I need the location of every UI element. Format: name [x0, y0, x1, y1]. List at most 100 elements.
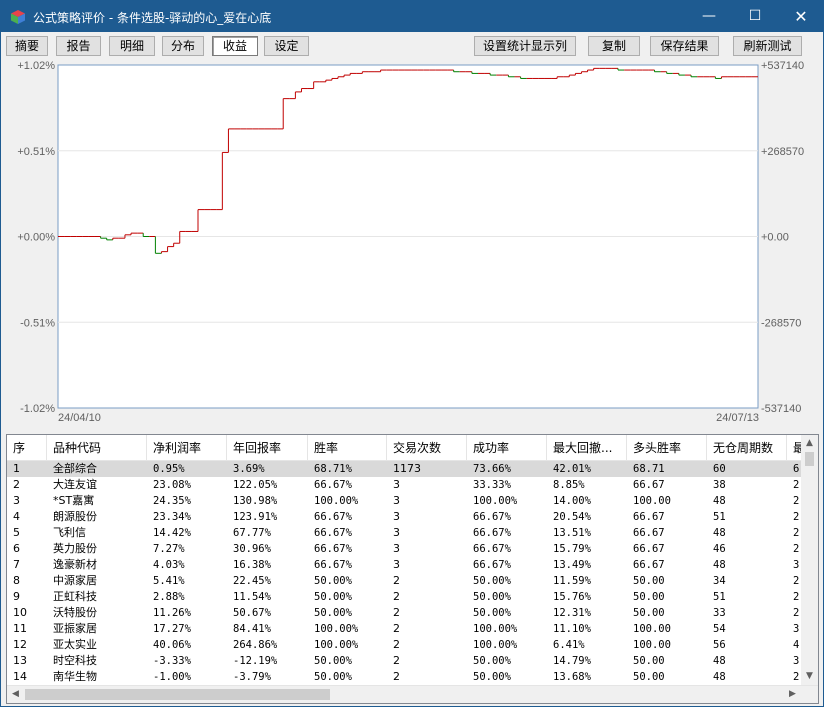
column-header[interactable]: 多头胜率 [627, 435, 707, 461]
column-header[interactable]: 成功率 [467, 435, 547, 461]
tab-details[interactable]: 明细 [109, 36, 155, 56]
table-cell: 2 [393, 670, 400, 683]
table-cell: 66.67% [314, 559, 352, 571]
save-results-button[interactable]: 保存结果 [650, 36, 719, 56]
tab-summary[interactable]: 摘要 [6, 36, 48, 56]
title-bar[interactable]: 公式策略评价 - 条件选股-驿动的心_爱在心底 — ☐ ✕ [1, 1, 823, 32]
table-cell: 4.03% [153, 559, 185, 571]
table-cell: 3 [393, 478, 400, 491]
table-row[interactable]: 10 沃特股份 11.26% 50.67% 50.00% 2 50.00% 12.31% 50.… [7, 605, 818, 621]
table-cell: 3 [393, 510, 400, 523]
table-cell: 48 [713, 495, 726, 507]
table-cell: 48 [713, 559, 726, 571]
table-cell: 20.54% [553, 511, 591, 523]
refresh-test-button[interactable]: 刷新测试 [733, 36, 802, 56]
table-cell: 66.67% [314, 479, 352, 491]
column-header[interactable]: 品种代码 [47, 435, 147, 461]
set-display-columns-button[interactable]: 设置统计显示列 [474, 36, 576, 56]
table-cell: 英力股份 [53, 542, 97, 555]
table-cell: 2 [393, 622, 400, 635]
horizontal-scroll-thumb[interactable] [25, 689, 330, 700]
table-cell: 50.00% [473, 575, 511, 587]
scroll-left-arrow-icon[interactable]: ◀ [7, 686, 24, 703]
table-cell: 14 [13, 670, 27, 683]
table-row[interactable]: 1 全部综合 0.95% 3.69% 68.71% 1173 73.66% 42.01% 68.… [7, 461, 818, 477]
column-header[interactable]: 最大回撤... [547, 435, 627, 461]
table-cell: 66.67 [633, 559, 665, 571]
table-cell: 4 [13, 510, 20, 523]
table-row[interactable]: 3 *ST嘉寓 24.35% 130.98% 100.00% 3 100.00% 14.00%… [7, 493, 818, 509]
x-start-label: 24/04/10 [58, 412, 101, 424]
table-cell: 33 [713, 607, 726, 619]
table-cell: 67.77% [233, 527, 271, 539]
left-axis-tick-label: -1.02% [20, 403, 55, 415]
tab-settings[interactable]: 设定 [264, 36, 309, 56]
table-cell: 2 [393, 654, 400, 667]
vertical-scroll-thumb[interactable] [805, 452, 814, 466]
table-row[interactable]: 11 亚振家居 17.27% 84.41% 100.00% 2 100.00% 11.10% 1… [7, 621, 818, 637]
scroll-up-arrow-icon[interactable]: ▲ [801, 435, 818, 452]
scroll-right-arrow-icon[interactable]: ▶ [784, 686, 801, 703]
copy-button[interactable]: 复制 [588, 36, 640, 56]
table-cell: 66.67 [633, 527, 665, 539]
table-row[interactable]: 13 时空科技 -3.33% -12.19% 50.00% 2 50.00% 14.79% 50… [7, 653, 818, 669]
table-cell: 23.34% [153, 511, 191, 523]
table-cell: 50.00% [473, 671, 511, 683]
table-cell: 11 [13, 622, 27, 635]
tab-report[interactable]: 报告 [56, 36, 101, 56]
table-cell: 5.41% [153, 575, 185, 587]
table-cell: 3 [393, 526, 400, 539]
table-cell: 56 [713, 639, 726, 651]
table-cell: 100.00 [633, 639, 671, 651]
app-cube-icon [11, 10, 25, 24]
table-row[interactable]: 12 亚太实业 40.06% 264.86% 100.00% 2 100.00% 6.41% 1… [7, 637, 818, 653]
table-cell: -12.19% [233, 655, 278, 667]
column-header[interactable]: 年回报率 [227, 435, 308, 461]
table-cell: 5 [13, 526, 20, 539]
table-cell: 51 [713, 591, 726, 603]
table-cell: 逸豪新材 [53, 558, 97, 571]
table-cell: 46 [713, 543, 726, 555]
table-cell: -3.79% [233, 671, 271, 683]
table-row[interactable]: 9 正虹科技 2.88% 11.54% 50.00% 2 50.00% 15.76% 50.00… [7, 589, 818, 605]
column-header[interactable]: 无仓周期数 [707, 435, 787, 461]
table-row[interactable]: 8 中源家居 5.41% 22.45% 50.00% 2 50.00% 11.59% 50.00… [7, 573, 818, 589]
left-axis-tick-label: +0.51% [17, 146, 55, 158]
horizontal-scrollbar[interactable]: ◀ ▶ [7, 685, 818, 703]
table-cell: 42.01% [553, 463, 591, 475]
column-header[interactable]: 净利润率 [147, 435, 227, 461]
column-header[interactable]: 胜率 [308, 435, 387, 461]
tab-distribution[interactable]: 分布 [162, 36, 204, 56]
table-cell: 7 [13, 558, 20, 571]
table-cell: 7.27% [153, 543, 185, 555]
close-button[interactable]: ✕ [778, 1, 824, 32]
table-row[interactable]: 5 飞利信 14.42% 67.77% 66.67% 3 66.67% 13.51% 66.67… [7, 525, 818, 541]
table-cell: 100.00% [473, 639, 518, 651]
table-cell: 13.51% [553, 527, 591, 539]
minimize-button[interactable]: — [686, 1, 732, 32]
maximize-button[interactable]: ☐ [732, 1, 778, 32]
scroll-down-arrow-icon[interactable]: ▼ [801, 668, 818, 685]
table-cell: 8.85% [553, 479, 585, 491]
tab-returns[interactable]: 收益 [212, 36, 258, 56]
table-cell: 54 [713, 623, 726, 635]
table-row[interactable]: 4 朗源股份 23.34% 123.91% 66.67% 3 66.67% 20.54% 66.… [7, 509, 818, 525]
table-row[interactable]: 2 大连友谊 23.08% 122.05% 66.67% 3 33.33% 8.85% 66.6… [7, 477, 818, 493]
table-row[interactable]: 14 南华生物 -1.00% -3.79% 50.00% 2 50.00% 13.68% 50.… [7, 669, 818, 684]
table-cell: 100.00% [473, 623, 518, 635]
table-cell: 亚太实业 [53, 638, 97, 651]
table-cell: 130.98% [233, 495, 278, 507]
column-header[interactable]: 序 [7, 435, 47, 461]
table-cell: 50.00% [314, 591, 352, 603]
column-header[interactable]: 交易次数 [387, 435, 467, 461]
table-cell: 17.27% [153, 623, 191, 635]
table-cell: 66.67 [633, 511, 665, 523]
table-cell: 2 [393, 590, 400, 603]
maximize-icon: ☐ [748, 8, 762, 24]
table-cell: 15.76% [553, 591, 591, 603]
table-cell: 3 [393, 558, 400, 571]
table-cell: *ST嘉寓 [53, 494, 95, 507]
vertical-scrollbar[interactable]: ▲ ▼ [801, 435, 818, 685]
table-row[interactable]: 7 逸豪新材 4.03% 16.38% 66.67% 3 66.67% 13.49% 66.67… [7, 557, 818, 573]
table-row[interactable]: 6 英力股份 7.27% 30.96% 66.67% 3 66.67% 15.79% 66.67… [7, 541, 818, 557]
